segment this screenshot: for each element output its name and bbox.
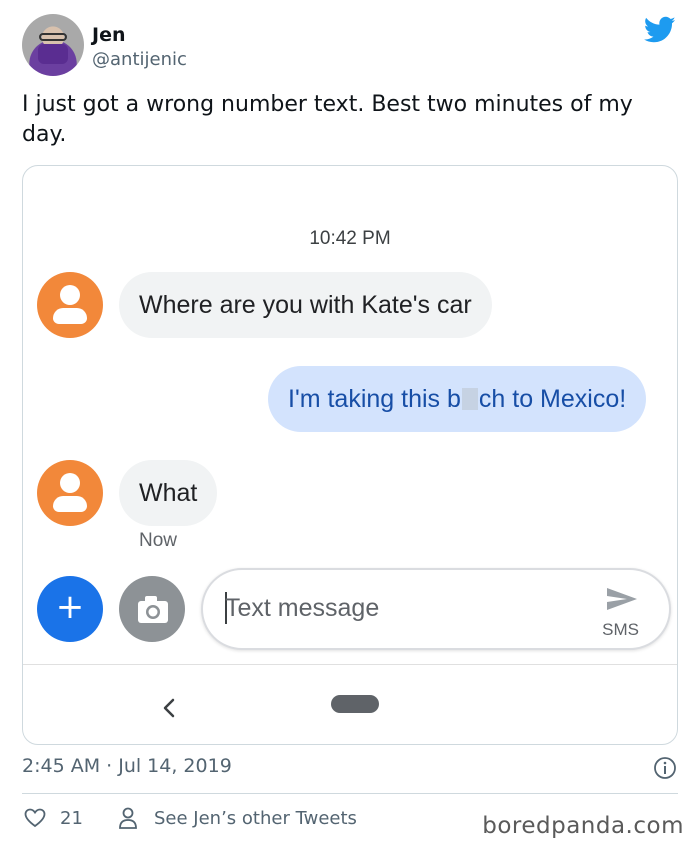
user-avatar[interactable] (22, 14, 84, 76)
send-icon[interactable] (605, 586, 639, 612)
twitter-bird-icon[interactable] (644, 16, 676, 44)
message-text-start: I'm taking this b (288, 385, 461, 413)
avatar-glasses (39, 33, 67, 41)
tweet-date[interactable]: 2:45 AM · Jul 14, 2019 (22, 755, 232, 777)
camera-button[interactable] (119, 576, 185, 642)
tweet-media-screenshot[interactable]: 10:42 PM Where are you with Kate's car I… (22, 165, 678, 745)
camera-icon (138, 596, 168, 623)
tweet-header: Jen @antijenic (22, 14, 678, 80)
see-other-tweets-link[interactable]: See Jen’s other Tweets (154, 808, 357, 829)
add-attachment-button[interactable]: + (37, 576, 103, 642)
avatar-body (53, 496, 87, 512)
nav-bar-divider (23, 664, 677, 665)
contact-avatar (37, 272, 103, 338)
avatar-head (60, 473, 80, 493)
compose-placeholder: Text message (225, 594, 380, 622)
back-chevron-icon[interactable] (159, 696, 179, 720)
message-status: Now (139, 530, 178, 551)
censor-block (461, 388, 478, 410)
avatar-mask (38, 44, 68, 64)
message-timestamp: 10:42 PM (309, 228, 391, 249)
message-text-end: ch to Mexico! (478, 385, 627, 413)
source-watermark: boredpanda.com (482, 813, 684, 839)
user-handle[interactable]: @antijenic (92, 49, 187, 70)
heart-icon[interactable] (24, 808, 46, 828)
incoming-message-bubble[interactable]: What (119, 460, 218, 526)
outgoing-message-bubble[interactable]: I'm taking this b ch to Mexico! (268, 366, 647, 432)
user-name[interactable]: Jen (92, 24, 125, 46)
avatar-head (60, 285, 80, 305)
home-gesture-pill[interactable] (331, 695, 379, 713)
person-icon (119, 807, 137, 829)
incoming-message-bubble[interactable]: Where are you with Kate's car (119, 272, 492, 338)
footer-divider (22, 793, 678, 794)
tweet-text: I just got a wrong number text. Best two… (22, 92, 633, 147)
text-message-input[interactable]: Text message SMS (201, 568, 671, 650)
sms-label: SMS (602, 620, 639, 639)
info-icon[interactable] (653, 756, 677, 780)
contact-avatar (37, 460, 103, 526)
plus-icon: + (55, 587, 85, 627)
like-count[interactable]: 21 (60, 808, 83, 829)
avatar-body (53, 308, 87, 324)
